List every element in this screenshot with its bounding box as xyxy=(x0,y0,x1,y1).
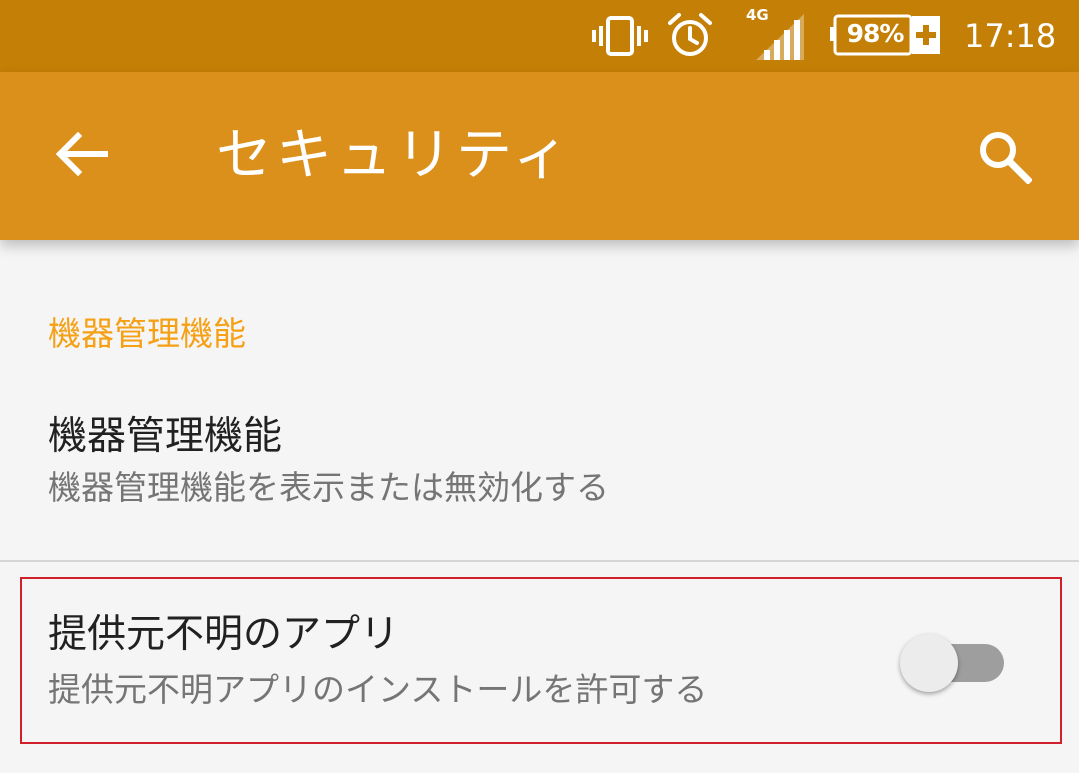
app-bar: セキュリティ xyxy=(0,72,1079,240)
toggle-thumb xyxy=(900,634,958,692)
item-title: 提供元不明のアプリ xyxy=(48,612,400,657)
battery-level: 98% xyxy=(846,19,905,48)
unknown-sources-toggle[interactable] xyxy=(900,630,1006,694)
item-summary: 機器管理機能を表示または無効化する xyxy=(48,468,609,507)
status-bar: 4G 98% 17:18 xyxy=(0,0,1079,72)
back-button[interactable] xyxy=(40,114,124,198)
item-summary: 提供元不明アプリのインストールを許可する xyxy=(48,670,708,709)
arrow-back-icon xyxy=(55,131,109,180)
page-title: セキュリティ xyxy=(216,123,573,188)
signal-indicator: 4G xyxy=(746,6,806,60)
vibrate-icon xyxy=(592,16,648,60)
unknown-sources-item[interactable]: 提供元不明のアプリ 提供元不明アプリのインストールを許可する xyxy=(0,580,1079,744)
status-time: 17:18 xyxy=(964,17,1057,55)
alarm-icon xyxy=(666,12,714,62)
search-icon xyxy=(976,128,1033,188)
device-admin-item[interactable]: 機器管理機能 機器管理機能を表示または無効化する xyxy=(0,396,1079,560)
signal-icon xyxy=(754,12,804,64)
section-header: 機器管理機能 xyxy=(48,314,246,353)
item-title: 機器管理機能 xyxy=(48,414,283,459)
divider xyxy=(0,560,1079,562)
battery-indicator: 98% xyxy=(830,14,942,56)
search-button[interactable] xyxy=(962,116,1046,200)
